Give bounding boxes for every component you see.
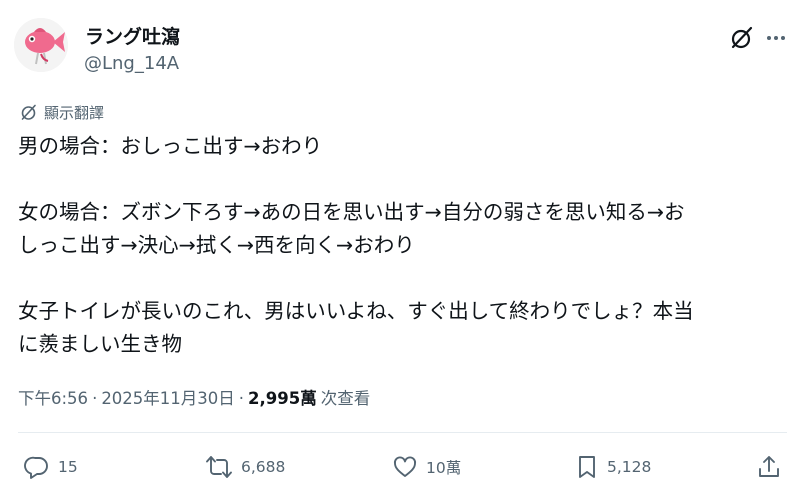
bookmark-count: 5,128: [607, 458, 652, 476]
heart-icon: [394, 456, 416, 477]
more-icon[interactable]: [764, 26, 788, 50]
reply-icon: [24, 456, 48, 479]
views-label: 次查看: [320, 389, 371, 408]
like-button[interactable]: 10萬: [392, 454, 461, 480]
bookmark-icon: [579, 456, 595, 478]
retweet-count: 6,688: [241, 458, 286, 476]
author-name[interactable]: ラング吐瀉: [85, 22, 180, 49]
pink-fish-avatar-icon: [14, 18, 68, 72]
divider: [18, 432, 787, 433]
meta-separator: ·: [92, 389, 98, 408]
retweet-button[interactable]: 6,688: [205, 454, 285, 480]
share-button[interactable]: [756, 454, 782, 480]
views-count[interactable]: 2,995萬: [248, 385, 317, 409]
post-line: しっこ出す→決心→拭く→西を向く→おわり: [18, 233, 415, 257]
post-text: 男の場合：おしっこ出す→おわり 女の場合：ズボン下ろす→あの日を思い出す→自分の…: [18, 130, 788, 361]
share-icon: [759, 456, 779, 477]
author-handle[interactable]: @Lng_14A: [84, 53, 179, 74]
post-line: 女子トイレが長いのこれ、男はいいよね、すぐ出して終わりでしょ？本当: [18, 299, 694, 323]
retweet-icon: [206, 456, 232, 478]
avatar[interactable]: [14, 18, 68, 72]
post-line: 男の場合：おしっこ出す→おわり: [18, 134, 323, 158]
translate-icon: [21, 104, 36, 120]
post-card: ラング吐瀉 @Lng_14A 顯示翻譯 男の場合：おしっこ出す→おわり 女の場合…: [0, 0, 799, 498]
post-meta: 下午6:56 · 2025年11月30日 · 2,995萬 次查看: [18, 385, 370, 409]
like-count: 10萬: [426, 459, 462, 477]
meta-separator: ·: [238, 389, 245, 408]
show-translation-link[interactable]: 顯示翻譯: [20, 102, 104, 122]
grok-icon[interactable]: [729, 25, 755, 51]
post-time[interactable]: 下午6:56: [18, 385, 88, 409]
reply-button[interactable]: 15: [24, 454, 78, 480]
post-date[interactable]: 2025年11月30日: [101, 385, 234, 409]
translate-label: 顯示翻譯: [44, 103, 105, 122]
post-line: に羨ましい生き物: [18, 332, 182, 356]
bookmark-button[interactable]: 5,128: [575, 454, 651, 480]
post-line: 女の場合：ズボン下ろす→あの日を思い出す→自分の弱さを思い知る→お: [18, 200, 685, 224]
reply-count: 15: [58, 458, 78, 476]
